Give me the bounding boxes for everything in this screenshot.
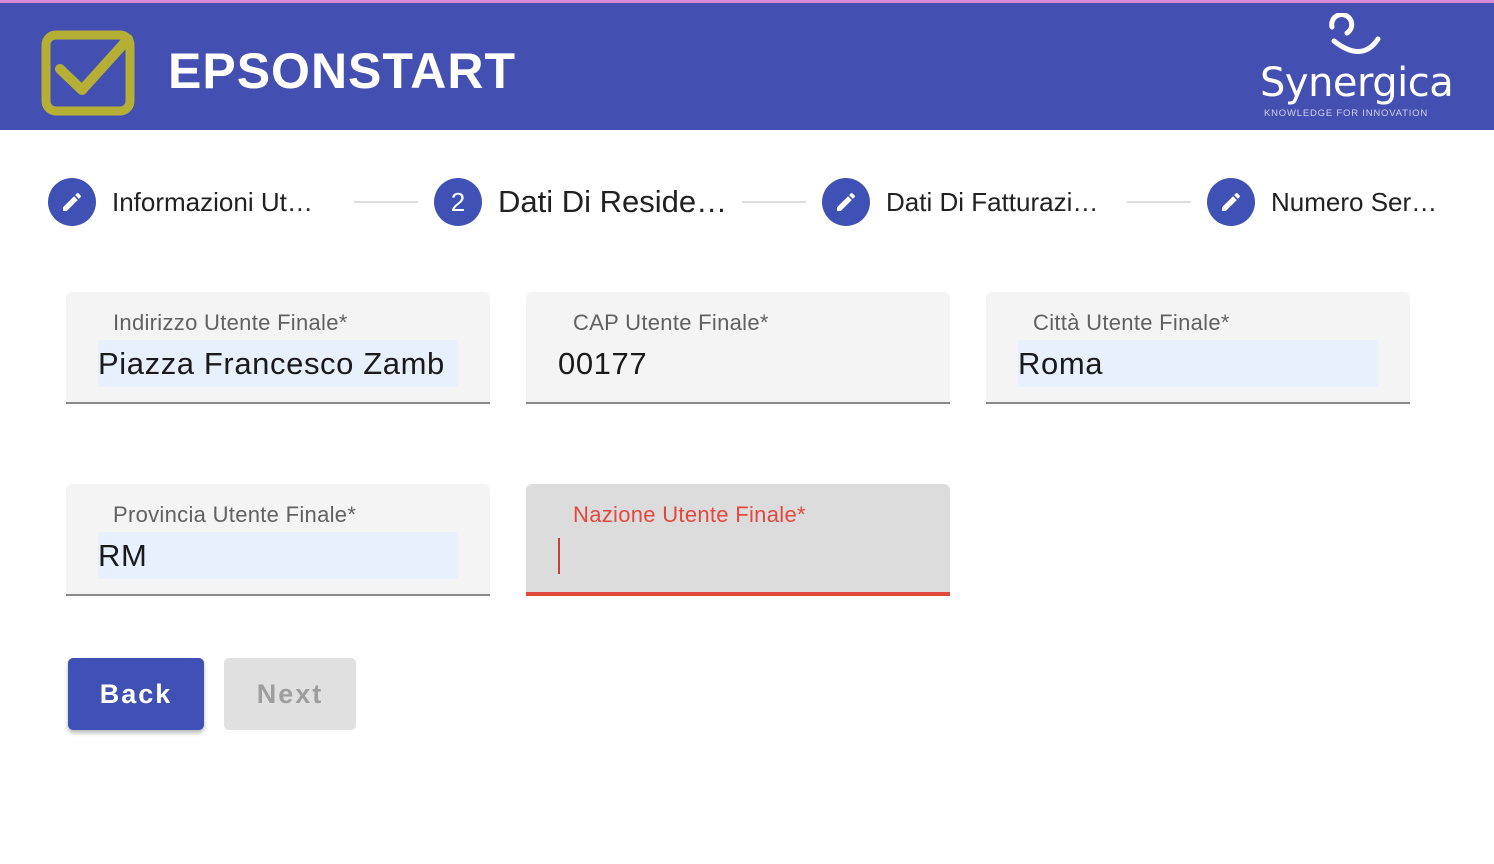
nazione-input[interactable] bbox=[558, 532, 918, 579]
provincia-field[interactable]: Provincia Utente Finale* RM bbox=[66, 484, 490, 596]
citta-input[interactable]: Roma bbox=[1018, 340, 1378, 387]
nazione-label: Nazione Utente Finale* bbox=[573, 502, 806, 527]
back-button[interactable]: Back bbox=[68, 658, 204, 730]
step-dati-residenza[interactable]: 2 Dati Di Reside… bbox=[434, 178, 727, 226]
cap-label: CAP Utente Finale* bbox=[573, 310, 769, 335]
pencil-icon bbox=[1207, 178, 1255, 226]
provincia-label: Provincia Utente Finale* bbox=[113, 502, 357, 527]
brand-logo: Synergica KNOWLEDGE FOR INNOVATION bbox=[1256, 13, 1466, 123]
citta-field[interactable]: Città Utente Finale* Roma bbox=[986, 292, 1410, 404]
indirizzo-input[interactable]: Piazza Francesco Zamb bbox=[98, 340, 458, 387]
cap-field[interactable]: CAP Utente Finale* 00177 bbox=[526, 292, 950, 404]
indirizzo-field[interactable]: Indirizzo Utente Finale* Piazza Francesc… bbox=[66, 292, 490, 404]
stepper: Informazioni Ut… 2 Dati Di Reside… Dati … bbox=[0, 170, 1494, 234]
step-connector bbox=[1127, 201, 1191, 203]
nazione-field[interactable]: Nazione Utente Finale* bbox=[526, 484, 950, 596]
step-numero-serie[interactable]: Numero Ser… bbox=[1207, 178, 1437, 226]
text-cursor bbox=[558, 538, 560, 574]
step-informazioni-utente[interactable]: Informazioni Ut… bbox=[48, 178, 313, 226]
step-connector bbox=[354, 201, 418, 203]
provincia-input[interactable]: RM bbox=[98, 532, 458, 579]
step-label: Dati Di Fatturazi… bbox=[886, 186, 1099, 217]
cap-input[interactable]: 00177 bbox=[558, 340, 918, 387]
app-toolbar: EPSONSTART Synergica KNOWLEDGE FOR INNOV… bbox=[0, 3, 1494, 130]
step-label: Numero Ser… bbox=[1271, 186, 1438, 217]
indirizzo-label: Indirizzo Utente Finale* bbox=[113, 310, 348, 335]
step-label: Dati Di Reside… bbox=[498, 184, 728, 219]
brand-name: Synergica bbox=[1260, 60, 1454, 106]
brand-swirl-icon bbox=[1329, 13, 1381, 54]
next-button[interactable]: Next bbox=[224, 658, 356, 730]
step-connector bbox=[742, 201, 806, 203]
step-label: Informazioni Ut… bbox=[112, 186, 313, 217]
app-title: EPSONSTART bbox=[168, 43, 516, 99]
checkbox-check-icon bbox=[41, 30, 135, 116]
pencil-icon bbox=[822, 178, 870, 226]
pencil-icon bbox=[48, 178, 96, 226]
step-dati-fatturazione[interactable]: Dati Di Fatturazi… bbox=[822, 178, 1098, 226]
brand-tagline: KNOWLEDGE FOR INNOVATION bbox=[1264, 108, 1428, 119]
step-number: 2 bbox=[434, 178, 482, 226]
citta-label: Città Utente Finale* bbox=[1033, 310, 1230, 335]
